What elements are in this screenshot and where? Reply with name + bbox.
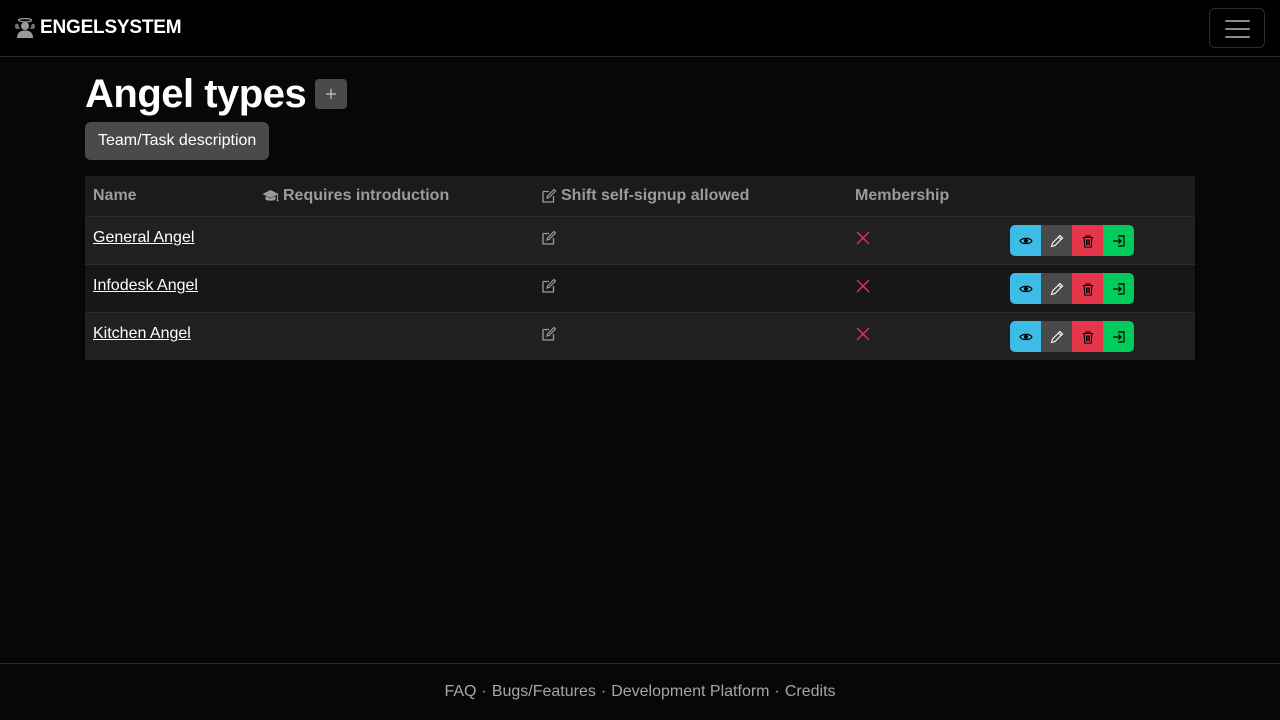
pencil-square-icon	[542, 188, 557, 203]
brand-link[interactable]: ENGELSYSTEM	[14, 13, 182, 43]
add-angel-type-button[interactable]	[315, 79, 348, 109]
column-label: Membership	[855, 187, 950, 204]
footer-link-development-platform[interactable]: Development Platform	[611, 683, 769, 701]
footer-separator: ·	[600, 683, 607, 700]
view-button[interactable]	[1010, 273, 1041, 304]
row-actions	[1010, 225, 1134, 256]
trash-icon	[1082, 330, 1093, 344]
view-button[interactable]	[1010, 321, 1041, 352]
join-button[interactable]	[1103, 225, 1134, 256]
pencil-icon	[1050, 330, 1063, 343]
navbar-toggler-button[interactable]	[1209, 8, 1265, 48]
join-button[interactable]	[1103, 273, 1134, 304]
footer-separator: ·	[481, 683, 487, 700]
edit-button[interactable]	[1041, 225, 1072, 256]
footer-separator: ·	[774, 683, 780, 700]
edit-button[interactable]	[1041, 273, 1072, 304]
footer-link-faq[interactable]: FAQ	[444, 683, 476, 701]
footer: FAQ · Bugs/Features · Development Platfo…	[0, 663, 1280, 720]
pencil-square-icon	[542, 230, 557, 245]
angel-type-link[interactable]: Infodesk Angel	[93, 277, 198, 295]
eye-icon	[1018, 333, 1033, 340]
row-actions	[1010, 273, 1134, 304]
column-header-requires-introduction[interactable]: Requires introduction	[262, 176, 449, 216]
delete-button[interactable]	[1072, 225, 1103, 256]
pencil-icon	[1050, 282, 1063, 295]
column-header-shift-self-signup[interactable]: Shift self-signup allowed	[541, 176, 749, 216]
x-icon	[856, 279, 870, 293]
view-button[interactable]	[1010, 225, 1041, 256]
pencil-icon	[1050, 234, 1063, 247]
footer-link-credits[interactable]: Credits	[785, 683, 836, 701]
table-row: Kitchen Angel	[85, 312, 1195, 360]
angel-icon	[14, 18, 36, 38]
delete-button[interactable]	[1072, 273, 1103, 304]
sign-in-icon	[1112, 330, 1125, 343]
title-row: Angel types	[85, 71, 348, 117]
column-label: Name	[93, 187, 137, 204]
column-header-membership[interactable]: Membership	[855, 176, 949, 216]
top-navbar: ENGELSYSTEM	[0, 0, 1280, 57]
row-actions	[1010, 321, 1134, 352]
join-button[interactable]	[1103, 321, 1134, 352]
footer-link-bugs-features[interactable]: Bugs/Features	[492, 683, 596, 701]
angel-type-link[interactable]: General Angel	[93, 229, 194, 247]
delete-button[interactable]	[1072, 321, 1103, 352]
pencil-square-icon	[542, 278, 557, 293]
table-header: Name Requires introduction Shift self-si…	[85, 176, 1195, 216]
angel-types-table: Name Requires introduction Shift self-si…	[85, 176, 1195, 360]
brand-name: ENGELSYSTEM	[40, 17, 182, 38]
x-icon	[856, 327, 870, 341]
table-row: General Angel	[85, 216, 1195, 264]
angel-type-link[interactable]: Kitchen Angel	[93, 325, 191, 343]
edit-button[interactable]	[1041, 321, 1072, 352]
trash-icon	[1082, 234, 1093, 248]
page-title: Angel types	[85, 72, 307, 116]
sign-in-icon	[1112, 282, 1125, 295]
plus-icon	[326, 89, 337, 99]
pencil-square-icon	[542, 326, 557, 341]
team-task-description-button[interactable]: Team/Task description	[85, 122, 270, 160]
eye-icon	[1018, 237, 1033, 244]
eye-icon	[1018, 285, 1033, 292]
column-label: Requires introduction	[283, 187, 450, 204]
column-header-name[interactable]: Name	[93, 176, 137, 216]
table-row: Infodesk Angel	[85, 264, 1195, 312]
hamburger-icon	[1225, 20, 1250, 38]
trash-icon	[1082, 282, 1093, 296]
x-icon	[856, 231, 870, 245]
column-label: Shift self-signup allowed	[561, 187, 750, 204]
sign-in-icon	[1112, 234, 1125, 247]
graduation-cap-icon	[262, 189, 279, 201]
